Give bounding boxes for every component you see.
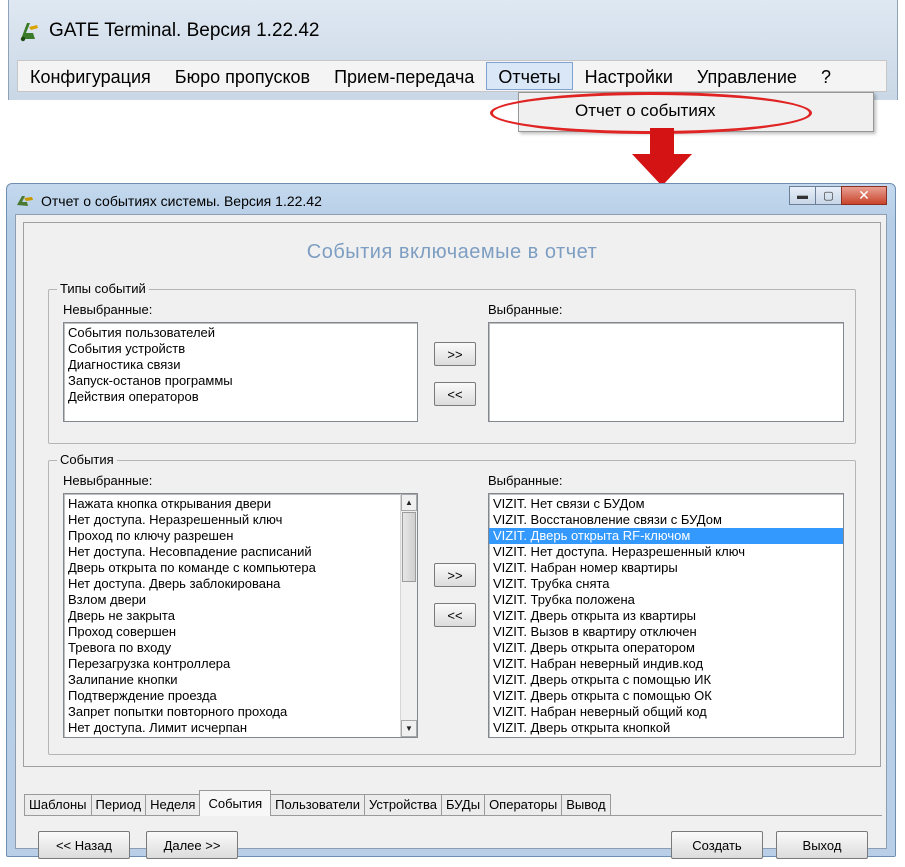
menu-0[interactable]: Конфигурация [18,62,163,90]
events-group: События Невыбранные: Выбранные: Нажата к… [48,452,856,755]
list-item[interactable]: VIZIT. Дверь открыта с помощью ИК [489,672,843,688]
menu-3[interactable]: Отчеты [486,62,573,90]
list-item[interactable]: Проход совершен [64,624,400,640]
tab-1[interactable]: Период [90,794,147,816]
menu-6[interactable]: ? [809,62,843,90]
scroll-up-button[interactable]: ▲ [401,494,417,511]
types-unselected-label: Невыбранные: [63,302,153,317]
events-remove-button[interactable]: << [434,603,476,627]
scroll-down-icon: ▼ [405,724,413,733]
close-button[interactable]: ✕ [841,186,887,205]
events-add-button[interactable]: >> [434,563,476,587]
events-selected-label: Выбранные: [488,473,563,488]
menu-1[interactable]: Бюро пропусков [163,62,322,90]
scroll-up-icon: ▲ [405,498,413,507]
list-item[interactable]: События пользователей [64,325,417,341]
types-selected-list[interactable] [488,322,844,422]
menu-4[interactable]: Настройки [573,62,685,90]
tab-7[interactable]: Операторы [484,794,563,816]
tab-5[interactable]: Устройства [363,794,442,816]
event-report-window: Отчет о событиях системы. Версия 1.22.42… [6,183,896,859]
events-list-scrollbar[interactable]: ▲ ▼ [400,494,417,737]
tab-8[interactable]: Вывод [561,794,611,816]
types-remove-button[interactable]: << [434,382,476,406]
list-item[interactable]: Дверь открыта по команде с компьютера [64,560,400,576]
tab-divider [24,815,882,816]
minimize-icon: ▬ [797,189,808,202]
maximize-icon: ▢ [823,190,834,202]
create-button[interactable]: Создать [671,831,763,859]
list-item[interactable]: VIZIT. Набран номер квартиры [489,560,843,576]
list-item[interactable]: VIZIT. Набран неверный общий код [489,704,843,720]
list-item[interactable]: Нет доступа. Дверь заблокирована [64,576,400,592]
list-item[interactable]: Запрет попытки повторного прохода [64,704,400,720]
list-item[interactable]: Подтверждение проезда [64,688,400,704]
window-controls: ▬ ▢ ✕ [789,186,887,205]
scroll-down-button[interactable]: ▼ [401,720,417,737]
list-item[interactable]: VIZIT. Нет доступа. Неразрешенный ключ [489,544,843,560]
list-item[interactable]: VIZIT. Трубка снята [489,576,843,592]
window-title: Отчет о событиях системы. Версия 1.22.42 [41,193,322,209]
exit-button[interactable]: Выход [776,831,868,859]
tab-strip: Шаблоны Период Неделя События Пользователи Ус… [24,790,611,816]
list-item[interactable]: События устройств [64,341,417,357]
gate-logo-icon [20,23,38,42]
tab-0[interactable]: Шаблоны [24,794,92,816]
types-selected-label: Выбранные: [488,302,563,317]
list-item[interactable]: VIZIT. Дверь открыта кнопкой [489,720,843,736]
events-unselected-label: Невыбранные: [63,473,153,488]
app-title-bar: GATE Terminal. Версия 1.22.42 [17,16,320,46]
list-item[interactable]: Тревога по входу [64,640,400,656]
maximize-button[interactable]: ▢ [815,186,842,205]
menu-5[interactable]: Управление [685,62,809,90]
events-selected-list[interactable]: VIZIT. Нет связи с БУДом VIZIT. Восстанов… [488,493,844,738]
events-unselected-list[interactable]: Нажата кнопка открывания двери Нет доступ… [63,493,418,738]
list-item[interactable]: VIZIT. Набран неверный индив.код [489,656,843,672]
list-item[interactable]: VIZIT. Дверь открыта с помощью ОК [489,688,843,704]
app-title: GATE Terminal. Версия 1.22.42 [49,20,320,41]
scroll-thumb[interactable] [402,512,416,582]
list-item[interactable]: VIZIT. Вызов в квартиру отключен [489,624,843,640]
events-legend: События [57,452,117,467]
list-item[interactable]: Нет доступа. Лимит исчерпан [64,720,400,736]
list-item[interactable]: VIZIT. Восстановление связи с БУДом [489,512,843,528]
list-item[interactable]: Взлом двери [64,592,400,608]
events-panel: События включаемые в отчет Типы событий … [23,222,881,767]
window-client-area: События включаемые в отчет Типы событий … [15,214,887,859]
list-item[interactable]: Диагностика связи [64,357,417,373]
event-types-group: Типы событий Невыбранные: Выбранные: Соб… [48,281,856,444]
window-title-bar: Отчет о событиях системы. Версия 1.22.42 [15,190,322,212]
next-button[interactable]: Далее >> [146,831,238,859]
tab-6[interactable]: БУДы [441,794,486,816]
app-window-icon [17,196,33,206]
list-item[interactable]: VIZIT. Дверь открыта RF-ключом [489,528,843,544]
list-item[interactable]: Дверь не закрыта [64,608,400,624]
menu-2[interactable]: Прием-передача [322,62,486,90]
types-unselected-list[interactable]: События пользователей События устройств Ди… [63,322,418,422]
back-button[interactable]: << Назад [38,831,130,859]
tab-4[interactable]: Пользователи [270,794,365,816]
down-arrow-icon [632,128,692,186]
tab-2[interactable]: Неделя [145,794,201,816]
list-item[interactable]: VIZIT. Дверь открыта из квартиры [489,608,843,624]
list-item[interactable]: Действия операторов [64,389,417,405]
list-item[interactable]: Перезагрузка контроллера [64,656,400,672]
close-icon: ✕ [858,187,870,203]
event-types-legend: Типы событий [57,281,149,296]
list-item[interactable]: Нет доступа. Неразрешенный ключ [64,512,400,528]
list-item[interactable]: VIZIT. Нет связи с БУДом [489,496,843,512]
list-item[interactable]: VIZIT. Дверь открыта оператором [489,640,843,656]
main-app-window: GATE Terminal. Версия 1.22.42 Конфигурац… [8,0,898,100]
types-add-button[interactable]: >> [434,342,476,366]
list-item[interactable]: VIZIT. Трубка положена [489,592,843,608]
list-item[interactable]: Проход по ключу разрешен [64,528,400,544]
list-item[interactable]: Запуск-останов программы [64,373,417,389]
minimize-button[interactable]: ▬ [789,186,816,205]
list-item[interactable]: Залипание кнопки [64,672,400,688]
main-menubar: Конфигурация Бюро пропусков Прием-передача… [17,60,887,92]
tab-3[interactable]: События [199,790,272,816]
panel-heading: События включаемые в отчет [306,241,598,263]
list-item[interactable]: Нет доступа. Несовпадение расписаний [64,544,400,560]
list-item[interactable]: Нажата кнопка открывания двери [64,496,400,512]
